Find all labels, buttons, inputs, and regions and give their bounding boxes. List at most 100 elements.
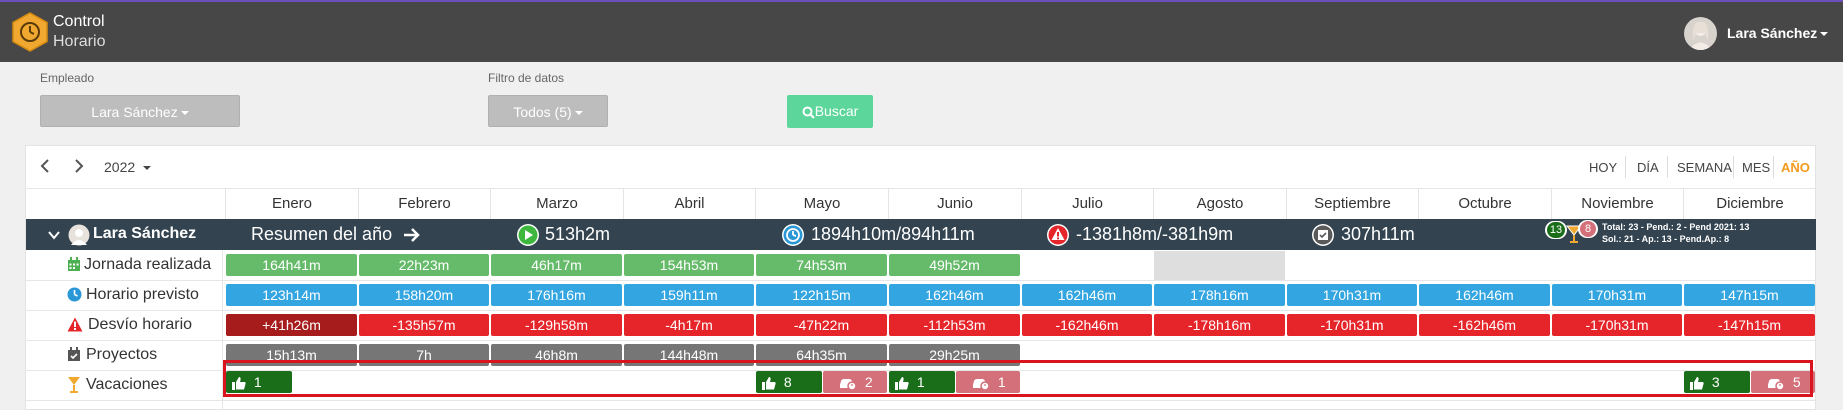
- month-header-diciembre: Diciembre: [1683, 189, 1816, 219]
- previsto-cell-febrero[interactable]: 158h20m: [359, 284, 489, 306]
- view-month[interactable]: MES: [1742, 160, 1770, 175]
- view-separator: [1625, 156, 1626, 178]
- grid-line: [26, 400, 1816, 401]
- warning-icon: [1047, 224, 1069, 246]
- search-icon: [802, 106, 815, 119]
- month-header-septiembre: Septiembre: [1286, 189, 1418, 219]
- clock-logo-icon[interactable]: [12, 12, 48, 52]
- today-highlight-agosto: [1154, 251, 1285, 280]
- grid-line: [26, 310, 1816, 311]
- desvio-cell-febrero[interactable]: -135h57m: [359, 314, 489, 336]
- vacation-approved-badge: 13: [1547, 222, 1565, 238]
- jornada-cell-mayo[interactable]: 74h53m: [756, 254, 887, 276]
- jornada-cell-enero[interactable]: 164h41m: [226, 254, 357, 276]
- brand-title: Control: [53, 13, 105, 30]
- view-year[interactable]: AÑO: [1781, 160, 1810, 175]
- employee-avatar: [68, 224, 90, 246]
- row-label-vacaciones: Vacaciones: [26, 370, 222, 400]
- previsto-cell-julio[interactable]: 162h46m: [1022, 284, 1152, 306]
- grid-line: [26, 340, 1816, 341]
- search-button[interactable]: Buscar: [787, 95, 873, 128]
- month-header-febrero: Febrero: [358, 189, 490, 219]
- summary-worked: 513h2m: [545, 224, 611, 244]
- month-header-mayo: Mayo: [755, 189, 888, 219]
- clock-icon: [782, 224, 804, 246]
- chevron-left-icon[interactable]: [40, 159, 50, 173]
- jornada-cell-junio[interactable]: 49h52m: [889, 254, 1020, 276]
- row-label-text: Vacaciones: [86, 376, 168, 393]
- previsto-cell-octubre[interactable]: 162h46m: [1419, 284, 1550, 306]
- month-header-noviembre: Noviembre: [1551, 189, 1683, 219]
- search-label: Buscar: [814, 103, 859, 119]
- previsto-cell-diciembre[interactable]: 147h15m: [1684, 284, 1815, 306]
- warning-icon: [67, 317, 83, 332]
- year-selector[interactable]: 2022: [104, 159, 152, 175]
- previsto-cell-junio[interactable]: 162h46m: [889, 284, 1020, 306]
- desvio-cell-agosto[interactable]: -178h16m: [1154, 314, 1285, 336]
- view-separator: [1667, 156, 1668, 178]
- chevron-right-icon[interactable]: [74, 159, 84, 173]
- desvio-cell-octubre[interactable]: -162h46m: [1419, 314, 1550, 336]
- row-label-text: Desvío horario: [88, 316, 193, 333]
- user-menu[interactable]: Lara Sánchez: [1727, 25, 1829, 41]
- previsto-cell-septiembre[interactable]: 170h31m: [1287, 284, 1417, 306]
- jornada-cell-febrero[interactable]: 22h23m: [359, 254, 489, 276]
- row-label-desvio: Desvío horario: [26, 310, 222, 340]
- brand-subtitle: Horario: [53, 33, 106, 50]
- data-filter-dropdown[interactable]: Todos (5): [488, 95, 608, 127]
- employee-dropdown[interactable]: Lara Sánchez: [40, 95, 240, 127]
- desvio-cell-abril[interactable]: -4h17m: [624, 314, 754, 336]
- desvio-cell-mayo[interactable]: -47h22m: [756, 314, 887, 336]
- data-filter-value: Todos (5): [513, 104, 572, 120]
- row-label-text: Horario previsto: [86, 286, 199, 303]
- vacation-summary-line2: Sol.: 21 - Ap.: 13 - Pend.Ap.: 8: [1602, 234, 1730, 244]
- vacation-row-highlight: [223, 360, 1813, 397]
- grid-line: [26, 280, 1816, 281]
- arrow-right-icon: [404, 228, 420, 242]
- previsto-cell-marzo[interactable]: 176h16m: [491, 284, 622, 306]
- play-circle-icon: [517, 224, 539, 246]
- view-separator: [1773, 156, 1774, 178]
- calendar-check-icon: [1312, 224, 1334, 246]
- employee-value: Lara Sánchez: [91, 104, 178, 120]
- row-label-jornada: Jornada realizada: [26, 250, 222, 280]
- chevron-down-icon: [1820, 32, 1829, 37]
- previsto-cell-noviembre[interactable]: 170h31m: [1552, 284, 1682, 306]
- row-label-previsto: Horario previsto: [26, 280, 222, 310]
- desvio-cell-noviembre[interactable]: -170h31m: [1552, 314, 1682, 336]
- view-day[interactable]: DÍA: [1637, 160, 1659, 175]
- summary-planned: 1894h10m/894h11m: [811, 224, 975, 244]
- chevron-down-icon[interactable]: [48, 230, 60, 240]
- summary-employee[interactable]: Lara Sánchez: [93, 225, 196, 243]
- previsto-cell-abril[interactable]: 159h11m: [624, 284, 754, 306]
- previsto-cell-mayo[interactable]: 122h15m: [756, 284, 887, 306]
- desvio-cell-junio[interactable]: -112h53m: [889, 314, 1020, 336]
- summary-projects: 307h11m: [1341, 224, 1415, 244]
- clock-icon: [67, 287, 82, 302]
- month-header-junio: Junio: [888, 189, 1021, 219]
- cocktail-icon: [68, 377, 80, 393]
- jornada-cell-abril[interactable]: 154h53m: [624, 254, 754, 276]
- calendar-icon: [68, 257, 80, 271]
- summary-deviation: -1381h8m/-381h9m: [1076, 224, 1234, 244]
- jornada-cell-marzo[interactable]: 46h17m: [491, 254, 622, 276]
- month-header-marzo: Marzo: [490, 189, 623, 219]
- user-name: Lara Sánchez: [1727, 25, 1818, 41]
- view-today[interactable]: HOY: [1589, 160, 1617, 175]
- chevron-down-icon: [574, 111, 583, 116]
- row-label-text: Proyectos: [86, 346, 158, 363]
- previsto-cell-agosto[interactable]: 178h16m: [1154, 284, 1285, 306]
- user-avatar[interactable]: [1684, 17, 1717, 50]
- view-week[interactable]: SEMANA: [1677, 160, 1732, 175]
- month-header-octubre: Octubre: [1418, 189, 1551, 219]
- month-header-enero: Enero: [225, 189, 358, 219]
- previsto-cell-enero[interactable]: 123h14m: [226, 284, 357, 306]
- desvio-cell-diciembre[interactable]: -147h15m: [1684, 314, 1815, 336]
- desvio-cell-enero[interactable]: +41h26m: [226, 314, 357, 336]
- desvio-cell-julio[interactable]: -162h46m: [1022, 314, 1152, 336]
- desvio-cell-marzo[interactable]: -129h58m: [491, 314, 622, 336]
- top-bar: Control Horario Lara Sánchez: [0, 0, 1843, 62]
- desvio-cell-septiembre[interactable]: -170h31m: [1287, 314, 1417, 336]
- month-header-julio: Julio: [1021, 189, 1153, 219]
- data-filter-label: Filtro de datos: [488, 71, 565, 85]
